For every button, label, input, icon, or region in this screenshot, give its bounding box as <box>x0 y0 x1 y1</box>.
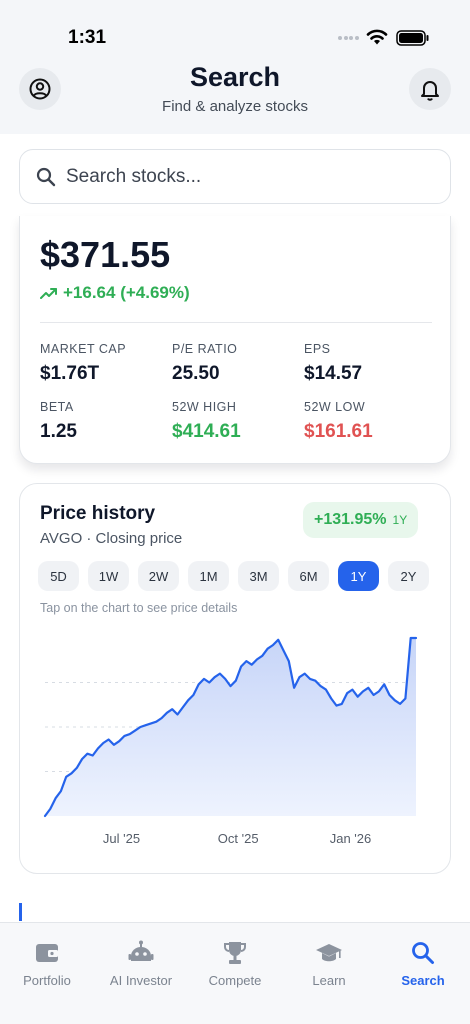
tab-learn[interactable]: Learn <box>282 939 376 988</box>
notifications-button[interactable] <box>409 68 451 110</box>
stat-beta: BETA 1.25 <box>40 400 77 443</box>
search-icon <box>36 167 56 187</box>
search-box[interactable] <box>19 149 451 204</box>
status-bar: 1:31 <box>0 0 470 60</box>
tab-label: Learn <box>312 973 346 988</box>
stat-label: P/E RATIO <box>172 342 238 356</box>
stat-eps: EPS $14.57 <box>304 342 362 385</box>
page-title: Search <box>189 62 281 92</box>
x-tick-label: Jan '26 <box>330 831 372 846</box>
robot-icon <box>128 940 154 961</box>
stat-52w-high: 52W HIGH $414.61 <box>172 400 241 443</box>
status-time: 1:31 <box>68 27 107 48</box>
stat-52w-low: 52W LOW $161.61 <box>304 400 373 443</box>
cellular-signal-icon <box>338 36 360 42</box>
x-tick-label: Jul '25 <box>103 831 140 846</box>
stat-value: $14.57 <box>304 363 363 384</box>
graduation-cap-icon <box>316 944 342 962</box>
stat-value: 1.25 <box>40 421 77 442</box>
tab-compete[interactable]: Compete <box>188 939 282 988</box>
tab-label: Search <box>401 973 445 988</box>
stat-label: 52W LOW <box>304 400 366 414</box>
tab-bar: Portfolio AI Investor Compete Learn Sear… <box>0 922 470 1024</box>
chart-area <box>45 638 416 816</box>
wifi-icon <box>366 29 388 45</box>
stat-value: $414.61 <box>172 421 241 442</box>
scroll-indicator <box>19 903 22 921</box>
stat-label: EPS <box>304 342 331 356</box>
page-subtitle: Find & analyze stocks <box>162 98 308 115</box>
price-change-value: +16.64 (+4.69%) <box>63 283 190 302</box>
divider <box>40 322 432 323</box>
search-icon <box>412 942 434 964</box>
price-chart[interactable]: Jul '25 Oct '25 Jan '26 <box>20 484 452 875</box>
trending-up-icon <box>40 288 57 299</box>
current-price: $371.55 <box>40 234 171 275</box>
stat-value: 25.50 <box>172 363 220 384</box>
tab-portfolio[interactable]: Portfolio <box>0 939 94 988</box>
x-tick-label: Oct '25 <box>218 831 259 846</box>
quote-card: $371.55 +16.64 (+4.69%) MARKET CAP $1.76… <box>19 216 451 464</box>
search-input[interactable] <box>66 160 436 194</box>
price-history-card: Price history AVGO · Closing price +131.… <box>19 483 451 874</box>
stat-label: 52W HIGH <box>172 400 237 414</box>
battery-icon <box>396 30 429 46</box>
stat-label: MARKET CAP <box>40 342 127 356</box>
stat-pe-ratio: P/E RATIO 25.50 <box>172 342 237 385</box>
tab-label: AI Investor <box>109 973 173 988</box>
wallet-icon <box>36 944 58 962</box>
tab-ai-investor[interactable]: AI Investor <box>94 939 188 988</box>
stat-label: BETA <box>40 400 74 414</box>
stat-value: $1.76T <box>40 363 100 384</box>
header: Search Find & analyze stocks <box>0 60 470 134</box>
bell-icon <box>421 81 439 101</box>
tab-label: Portfolio <box>23 973 71 988</box>
stat-market-cap: MARKET CAP $1.76T <box>40 342 126 385</box>
stat-value: $161.61 <box>304 421 373 442</box>
tab-label: Compete <box>208 973 262 988</box>
price-change: +16.64 (+4.69%) <box>40 283 190 303</box>
trophy-icon <box>224 942 246 964</box>
tab-search[interactable]: Search <box>376 939 470 988</box>
